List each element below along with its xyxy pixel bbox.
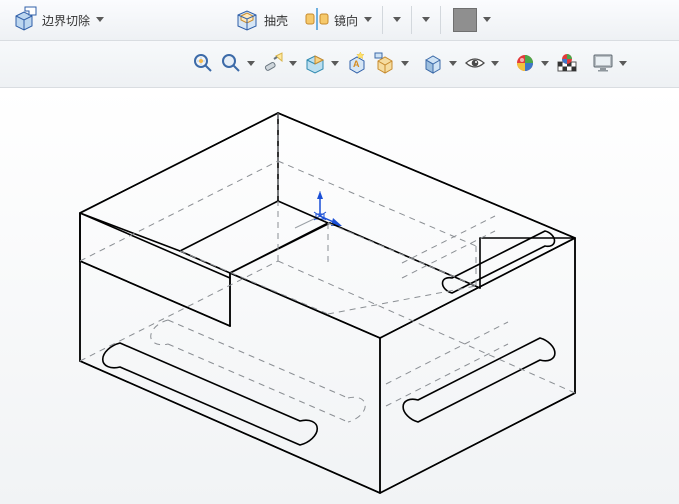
zoom-window-button[interactable]	[218, 51, 244, 77]
display-button[interactable]	[590, 51, 616, 77]
left-slot-edge	[103, 343, 318, 445]
cmd-group-swatch	[447, 2, 495, 38]
eye-icon	[464, 52, 486, 77]
material-swatch-button[interactable]	[451, 4, 481, 36]
shade-button[interactable]	[420, 51, 446, 77]
orient-button[interactable]	[372, 51, 398, 77]
shell-button[interactable]: 抽壳	[232, 4, 292, 36]
mirror-plane-icon	[304, 6, 330, 35]
view-toolbar: A	[0, 41, 679, 88]
orient-cube-icon	[374, 52, 396, 77]
visibility-dropdown[interactable]	[490, 61, 500, 67]
model-drawing: .edge { stroke:#000; stroke-width:1.6; f…	[0, 88, 679, 504]
svg-text:A: A	[353, 59, 360, 69]
cmd-group-mirror: 镜向	[298, 2, 376, 38]
separator	[411, 6, 412, 34]
app-window: 边界切除 抽壳	[0, 0, 679, 504]
swatch-dropdown[interactable]	[483, 4, 491, 36]
shell-label: 抽壳	[264, 12, 288, 29]
section-view-dropdown[interactable]	[330, 61, 340, 67]
separator	[382, 6, 383, 34]
cmd-group-empty-1	[389, 2, 405, 38]
mirror-dropdown[interactable]	[364, 4, 372, 36]
flashlight-icon	[262, 52, 284, 77]
section-cube-icon	[304, 52, 326, 77]
cmd-group-shell: 抽壳	[228, 2, 298, 38]
flashlight-dropdown[interactable]	[288, 61, 298, 67]
zoom-fit-icon	[192, 52, 214, 77]
fx-button[interactable]: A	[344, 51, 370, 77]
magnifier-icon	[220, 52, 242, 77]
command-bar: 边界切除 抽壳	[0, 0, 679, 41]
boundary-cut-label: 边界切除	[42, 12, 90, 29]
scene-button[interactable]	[554, 51, 580, 77]
palette-ball-icon	[514, 52, 536, 77]
separator	[440, 6, 441, 34]
orient-dropdown[interactable]	[400, 61, 410, 67]
display-dropdown[interactable]	[618, 61, 628, 67]
zoom-window-dropdown[interactable]	[246, 61, 256, 67]
cube-cut-icon	[12, 6, 38, 35]
appearance-button[interactable]	[512, 51, 538, 77]
empty-dropdown-1[interactable]	[393, 4, 401, 36]
cmd-group-empty-2	[418, 2, 434, 38]
model-visible-edges	[80, 113, 575, 493]
shade-dropdown[interactable]	[448, 61, 458, 67]
empty-dropdown-2[interactable]	[422, 4, 430, 36]
cmd-group-boundary-cut: 边界切除	[6, 2, 108, 38]
boundary-cut-button[interactable]: 边界切除	[10, 4, 94, 36]
model-viewport[interactable]: .edge { stroke:#000; stroke-width:1.6; f…	[0, 88, 679, 504]
right-upper-slot-edge	[442, 231, 554, 293]
model-visible-edges-2	[80, 113, 575, 493]
fx-cube-icon: A	[346, 52, 368, 77]
mirror-button[interactable]: 镜向	[302, 4, 362, 36]
monitor-icon	[592, 52, 614, 77]
section-view-button[interactable]	[302, 51, 328, 77]
visibility-button[interactable]	[462, 51, 488, 77]
appearance-dropdown[interactable]	[540, 61, 550, 67]
flashlight-button[interactable]	[260, 51, 286, 77]
scene-checker-icon	[556, 52, 578, 77]
mirror-label: 镜向	[334, 12, 358, 29]
origin-triad-icon	[295, 191, 342, 228]
material-swatch-icon	[453, 8, 477, 32]
cube-shell-icon	[234, 6, 260, 35]
shade-cube-icon	[422, 52, 444, 77]
zoom-fit-button[interactable]	[190, 51, 216, 77]
boundary-cut-dropdown[interactable]	[96, 4, 104, 36]
